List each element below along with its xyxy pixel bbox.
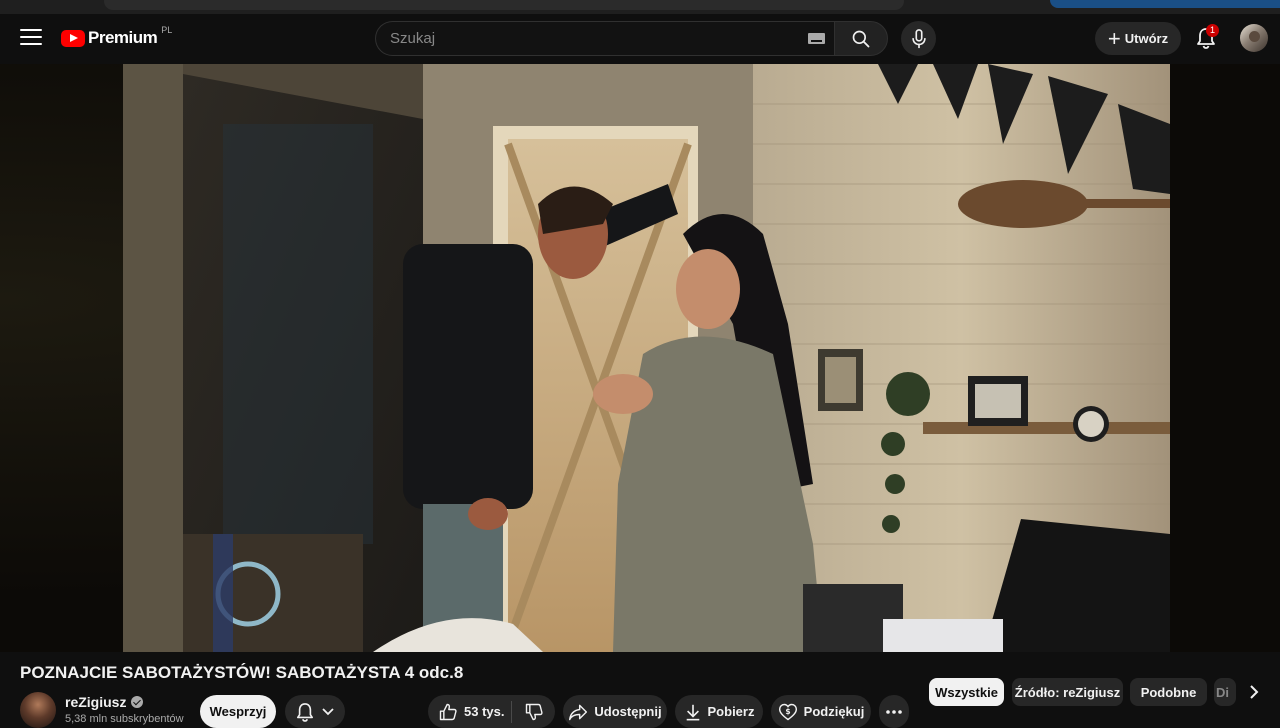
keyboard-icon[interactable] [808,33,825,44]
chevron-down-icon [322,707,334,715]
search-box [375,21,888,56]
thanks-button[interactable]: $ Podziękuj [771,695,871,728]
masthead: Premium PL + Utwórz 1 [0,14,1280,64]
chip-source[interactable]: Źródło: reZigiusz [1012,678,1123,706]
youtube-premium-logo[interactable]: Premium PL [61,25,173,50]
thumbs-down-icon [525,703,543,720]
download-icon [686,704,699,720]
channel-name: reZigiusz [65,694,127,710]
browser-address-bar[interactable] [104,0,904,10]
subscriber-count: 5,38 mln subskrybentów [65,713,184,725]
menu-icon[interactable] [20,29,42,47]
like-count: 53 tys. [464,704,505,719]
verified-check-icon [131,696,144,708]
share-arrow-icon [569,704,588,720]
notification-count-badge: 1 [1206,24,1219,37]
svg-text:$: $ [785,707,790,716]
chip-all[interactable]: Wszystkie [929,678,1004,706]
create-label: Utwórz [1124,31,1169,46]
like-dislike-group: 53 tys. [428,695,555,728]
bell-icon [296,702,314,722]
channel-name-link[interactable]: reZigiusz [65,694,144,710]
youtube-play-logo-icon [61,29,85,47]
video-title: POZNAJCIE SABOTAŻYSTÓW! SABOTAŻYSTA 4 od… [20,663,464,682]
search-button[interactable] [834,21,888,56]
heart-dollar-icon: $ [778,703,797,720]
more-actions-button[interactable] [879,695,909,728]
account-avatar[interactable] [1240,24,1268,52]
chip-similar[interactable]: Podobne [1130,678,1207,706]
chevron-right-icon [1250,685,1259,699]
video-frame [123,64,1170,652]
download-label: Pobierz [707,704,755,719]
thanks-label: Podziękuj [803,704,865,719]
browser-profile-pill[interactable] [1050,0,1280,8]
logo-text: Premium [88,28,158,47]
more-horizontal-icon [886,709,902,714]
chip-clipped[interactable]: Di [1214,678,1236,706]
create-button[interactable]: + Utwórz [1095,22,1181,55]
video-player[interactable] [123,64,1170,652]
support-button[interactable]: Wesprzyj [200,695,276,728]
thumbs-up-icon [439,703,457,720]
plus-icon: + [1107,25,1121,51]
search-icon [852,30,870,47]
search-input[interactable] [375,21,834,56]
voice-search-button[interactable] [901,21,936,56]
dislike-button[interactable] [512,695,555,728]
share-label: Udostępnij [594,704,662,719]
notifications-button[interactable]: 1 [1190,22,1222,54]
browser-chrome-strip [0,0,1280,14]
microphone-icon [911,28,926,48]
subscription-notifications-button[interactable] [285,695,345,728]
download-button[interactable]: Pobierz [675,695,763,728]
chips-next-button[interactable] [1238,676,1270,708]
share-button[interactable]: Udostępnij [563,695,667,728]
like-button[interactable]: 53 tys. [428,695,511,728]
logo-region-code: PL [161,25,173,35]
channel-avatar[interactable] [20,692,56,728]
